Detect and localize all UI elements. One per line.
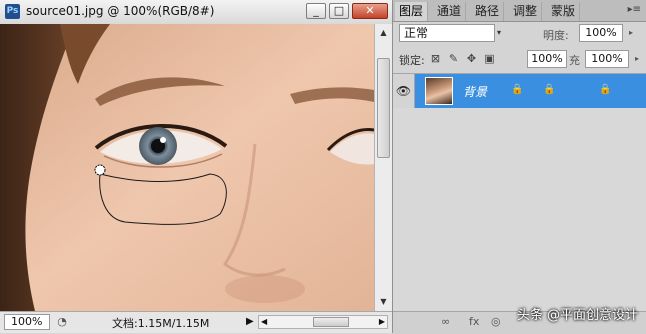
document-titlebar[interactable]: Ps source01.jpg @ 100%(RGB/8#) _ □ ✕ (0, 0, 392, 25)
horizontal-scrollbar[interactable]: ◀ ▶ (258, 315, 388, 329)
doc-info-menu-icon[interactable]: ▶ (246, 316, 254, 327)
horizontal-scroll-thumb[interactable] (313, 317, 349, 327)
tab-adjustments[interactable]: 调整 (509, 2, 543, 21)
zoom-cycle-icon[interactable]: ◔ (54, 314, 70, 330)
lock-transparent-icon[interactable]: ⊠ (429, 52, 442, 65)
close-button[interactable]: ✕ (352, 3, 388, 19)
zoom-field[interactable]: 100% (4, 314, 50, 330)
document-info: 文档:1.15M/1.15M (112, 317, 210, 330)
fill-slider-icon[interactable]: ▸ (631, 50, 643, 68)
document-statusbar: 100% ◔ 文档:1.15M/1.15M ▶ ◀ ▶ (0, 311, 392, 333)
lock-label: 锁定: (399, 54, 425, 67)
fill-field[interactable]: 100% (585, 50, 629, 68)
window-controls: _ □ ✕ (306, 3, 388, 19)
visibility-eye-icon[interactable]: 👁 (393, 74, 415, 108)
minimize-button[interactable]: _ (306, 3, 326, 19)
add-mask-icon[interactable]: ◎ (491, 315, 501, 328)
panel-menu-icon[interactable]: ▸≡ (628, 4, 641, 15)
panel-tabs: 图层 通道 路径 调整 蒙版 ▸≡ (393, 0, 646, 22)
vertical-scroll-thumb[interactable] (377, 58, 390, 158)
portrait-photo (0, 24, 374, 311)
layer-row-background[interactable]: 👁 背景 🔒 🔒 🔒 (393, 74, 646, 108)
layer-lock-icon: 🔒 (543, 84, 556, 95)
scroll-down-arrow-icon[interactable]: ▼ (377, 295, 390, 309)
tab-channels[interactable]: 通道 (433, 2, 467, 21)
layers-panel: 图层 通道 路径 调整 蒙版 ▸≡ 正常 ▾ 明度: 100% ▸ 锁定: ⊠ … (392, 0, 646, 334)
layers-list: 👁 背景 🔒 🔒 🔒 (393, 73, 646, 311)
layer-lock-icon: 🔒 (599, 84, 612, 95)
layer-thumbnail (425, 77, 453, 105)
opacity-label: 明度: (543, 29, 569, 42)
tab-layers[interactable]: 图层 (395, 2, 429, 21)
opacity-slider-icon[interactable]: ▸ (625, 24, 637, 42)
layer-style-fx-icon[interactable]: fx (469, 315, 479, 328)
lock-position-move-icon[interactable]: ✥ (465, 52, 478, 65)
link-layers-icon[interactable]: ∞ (441, 315, 450, 328)
tab-paths[interactable]: 路径 (471, 2, 505, 21)
image-canvas[interactable] (0, 24, 374, 311)
scroll-left-arrow-icon[interactable]: ◀ (261, 316, 267, 328)
photoshop-app-icon: Ps (5, 4, 20, 19)
restore-button[interactable]: □ (329, 3, 349, 19)
scroll-right-arrow-icon[interactable]: ▶ (379, 316, 385, 328)
fill-field-partial[interactable]: 100% (527, 50, 567, 68)
tab-masks[interactable]: 蒙版 (547, 2, 581, 21)
lock-pixels-brush-icon[interactable]: ✎ (447, 52, 460, 65)
lock-all-icon[interactable]: ▣ (483, 52, 496, 65)
watermark: 头条 @平面创意设计 (516, 308, 638, 323)
fill-label: 充 (569, 54, 580, 67)
document-title: source01.jpg @ 100%(RGB/8#) (26, 4, 215, 18)
layer-lock-icon: 🔒 (511, 84, 524, 95)
scroll-up-arrow-icon[interactable]: ▲ (377, 26, 390, 40)
opacity-field[interactable]: 100% (579, 24, 623, 42)
vertical-scrollbar[interactable]: ▲ ▼ (374, 24, 392, 311)
blend-dropdown-icon[interactable]: ▾ (497, 24, 507, 42)
blend-mode-select[interactable]: 正常 (399, 24, 495, 42)
document-window: Ps source01.jpg @ 100%(RGB/8#) _ □ ✕ ▲ ▼… (0, 0, 392, 333)
lock-row: 锁定: ⊠ ✎ ✥ ▣ 100% 充 100% ▸ (399, 50, 643, 68)
layer-name: 背景 (463, 85, 488, 99)
lasso-cursor (94, 164, 106, 176)
